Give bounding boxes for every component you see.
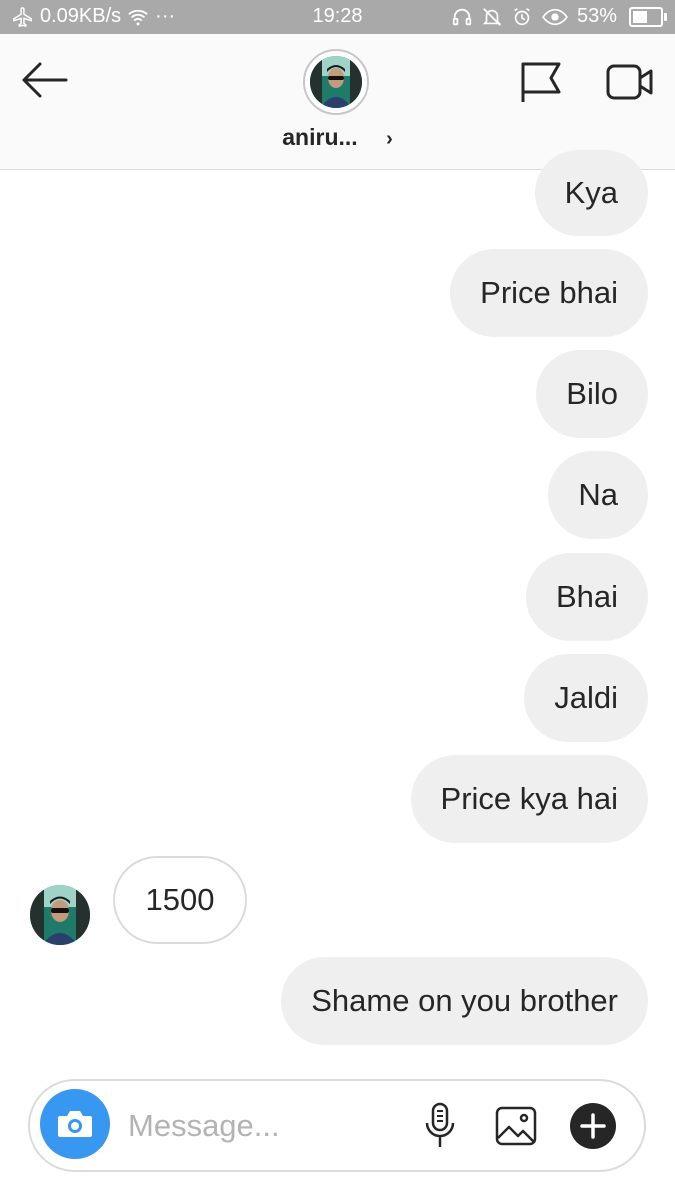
camera-icon bbox=[58, 1111, 92, 1137]
message-bubble-outgoing[interactable]: Kya bbox=[534, 150, 648, 236]
microphone-icon[interactable] bbox=[422, 1101, 458, 1151]
more-actions-button[interactable] bbox=[570, 1103, 616, 1149]
message-text: 1500 bbox=[145, 882, 215, 917]
silent-bell-icon bbox=[482, 7, 502, 26]
header-avatar[interactable] bbox=[303, 49, 369, 115]
eye-icon bbox=[542, 8, 568, 25]
camera-button[interactable] bbox=[40, 1089, 110, 1159]
avatar-image bbox=[310, 56, 362, 108]
video-call-icon[interactable] bbox=[605, 60, 655, 104]
chevron-right-icon: › bbox=[386, 128, 393, 150]
battery-percent: 53% bbox=[576, 5, 617, 27]
username-row[interactable]: aniru... › bbox=[0, 124, 675, 151]
message-bubble-outgoing[interactable]: Price bhai bbox=[450, 249, 648, 337]
message-bubble-outgoing[interactable]: Bhai bbox=[525, 553, 648, 641]
message-bubble-outgoing[interactable]: Price kya hai bbox=[410, 755, 648, 843]
message-text: Na bbox=[578, 477, 618, 512]
message-text: Bilo bbox=[566, 376, 618, 411]
message-bubble-outgoing[interactable]: Shame on you brother bbox=[281, 957, 648, 1045]
sender-avatar[interactable] bbox=[30, 885, 90, 945]
message-text: Price bhai bbox=[480, 275, 618, 310]
gallery-icon[interactable] bbox=[494, 1105, 538, 1147]
battery-fill bbox=[633, 10, 647, 23]
message-bubble-outgoing[interactable]: Bilo bbox=[536, 350, 648, 438]
message-text: Jaldi bbox=[554, 680, 618, 715]
message-bubble-outgoing[interactable]: Jaldi bbox=[524, 654, 648, 742]
message-input[interactable] bbox=[126, 1103, 400, 1149]
message-text: Kya bbox=[564, 175, 618, 210]
flag-icon[interactable] bbox=[518, 58, 564, 106]
message-bubble-incoming[interactable]: 1500 bbox=[113, 856, 247, 944]
alarm-icon bbox=[514, 7, 530, 25]
headphones-icon bbox=[452, 8, 472, 25]
back-arrow-icon[interactable] bbox=[18, 58, 70, 102]
status-bar: 0.09KB/s ··· 19:28 53% bbox=[0, 0, 675, 34]
battery-icon bbox=[629, 6, 667, 27]
message-composer bbox=[28, 1079, 646, 1172]
message-text: Shame on you brother bbox=[311, 983, 618, 1018]
message-bubble-outgoing[interactable]: Na bbox=[548, 451, 648, 539]
status-right: 53% bbox=[451, 5, 667, 28]
plus-icon bbox=[580, 1113, 606, 1139]
message-text: Bhai bbox=[555, 579, 618, 614]
username[interactable]: aniru... bbox=[282, 124, 357, 150]
message-text: Price kya hai bbox=[440, 781, 618, 816]
